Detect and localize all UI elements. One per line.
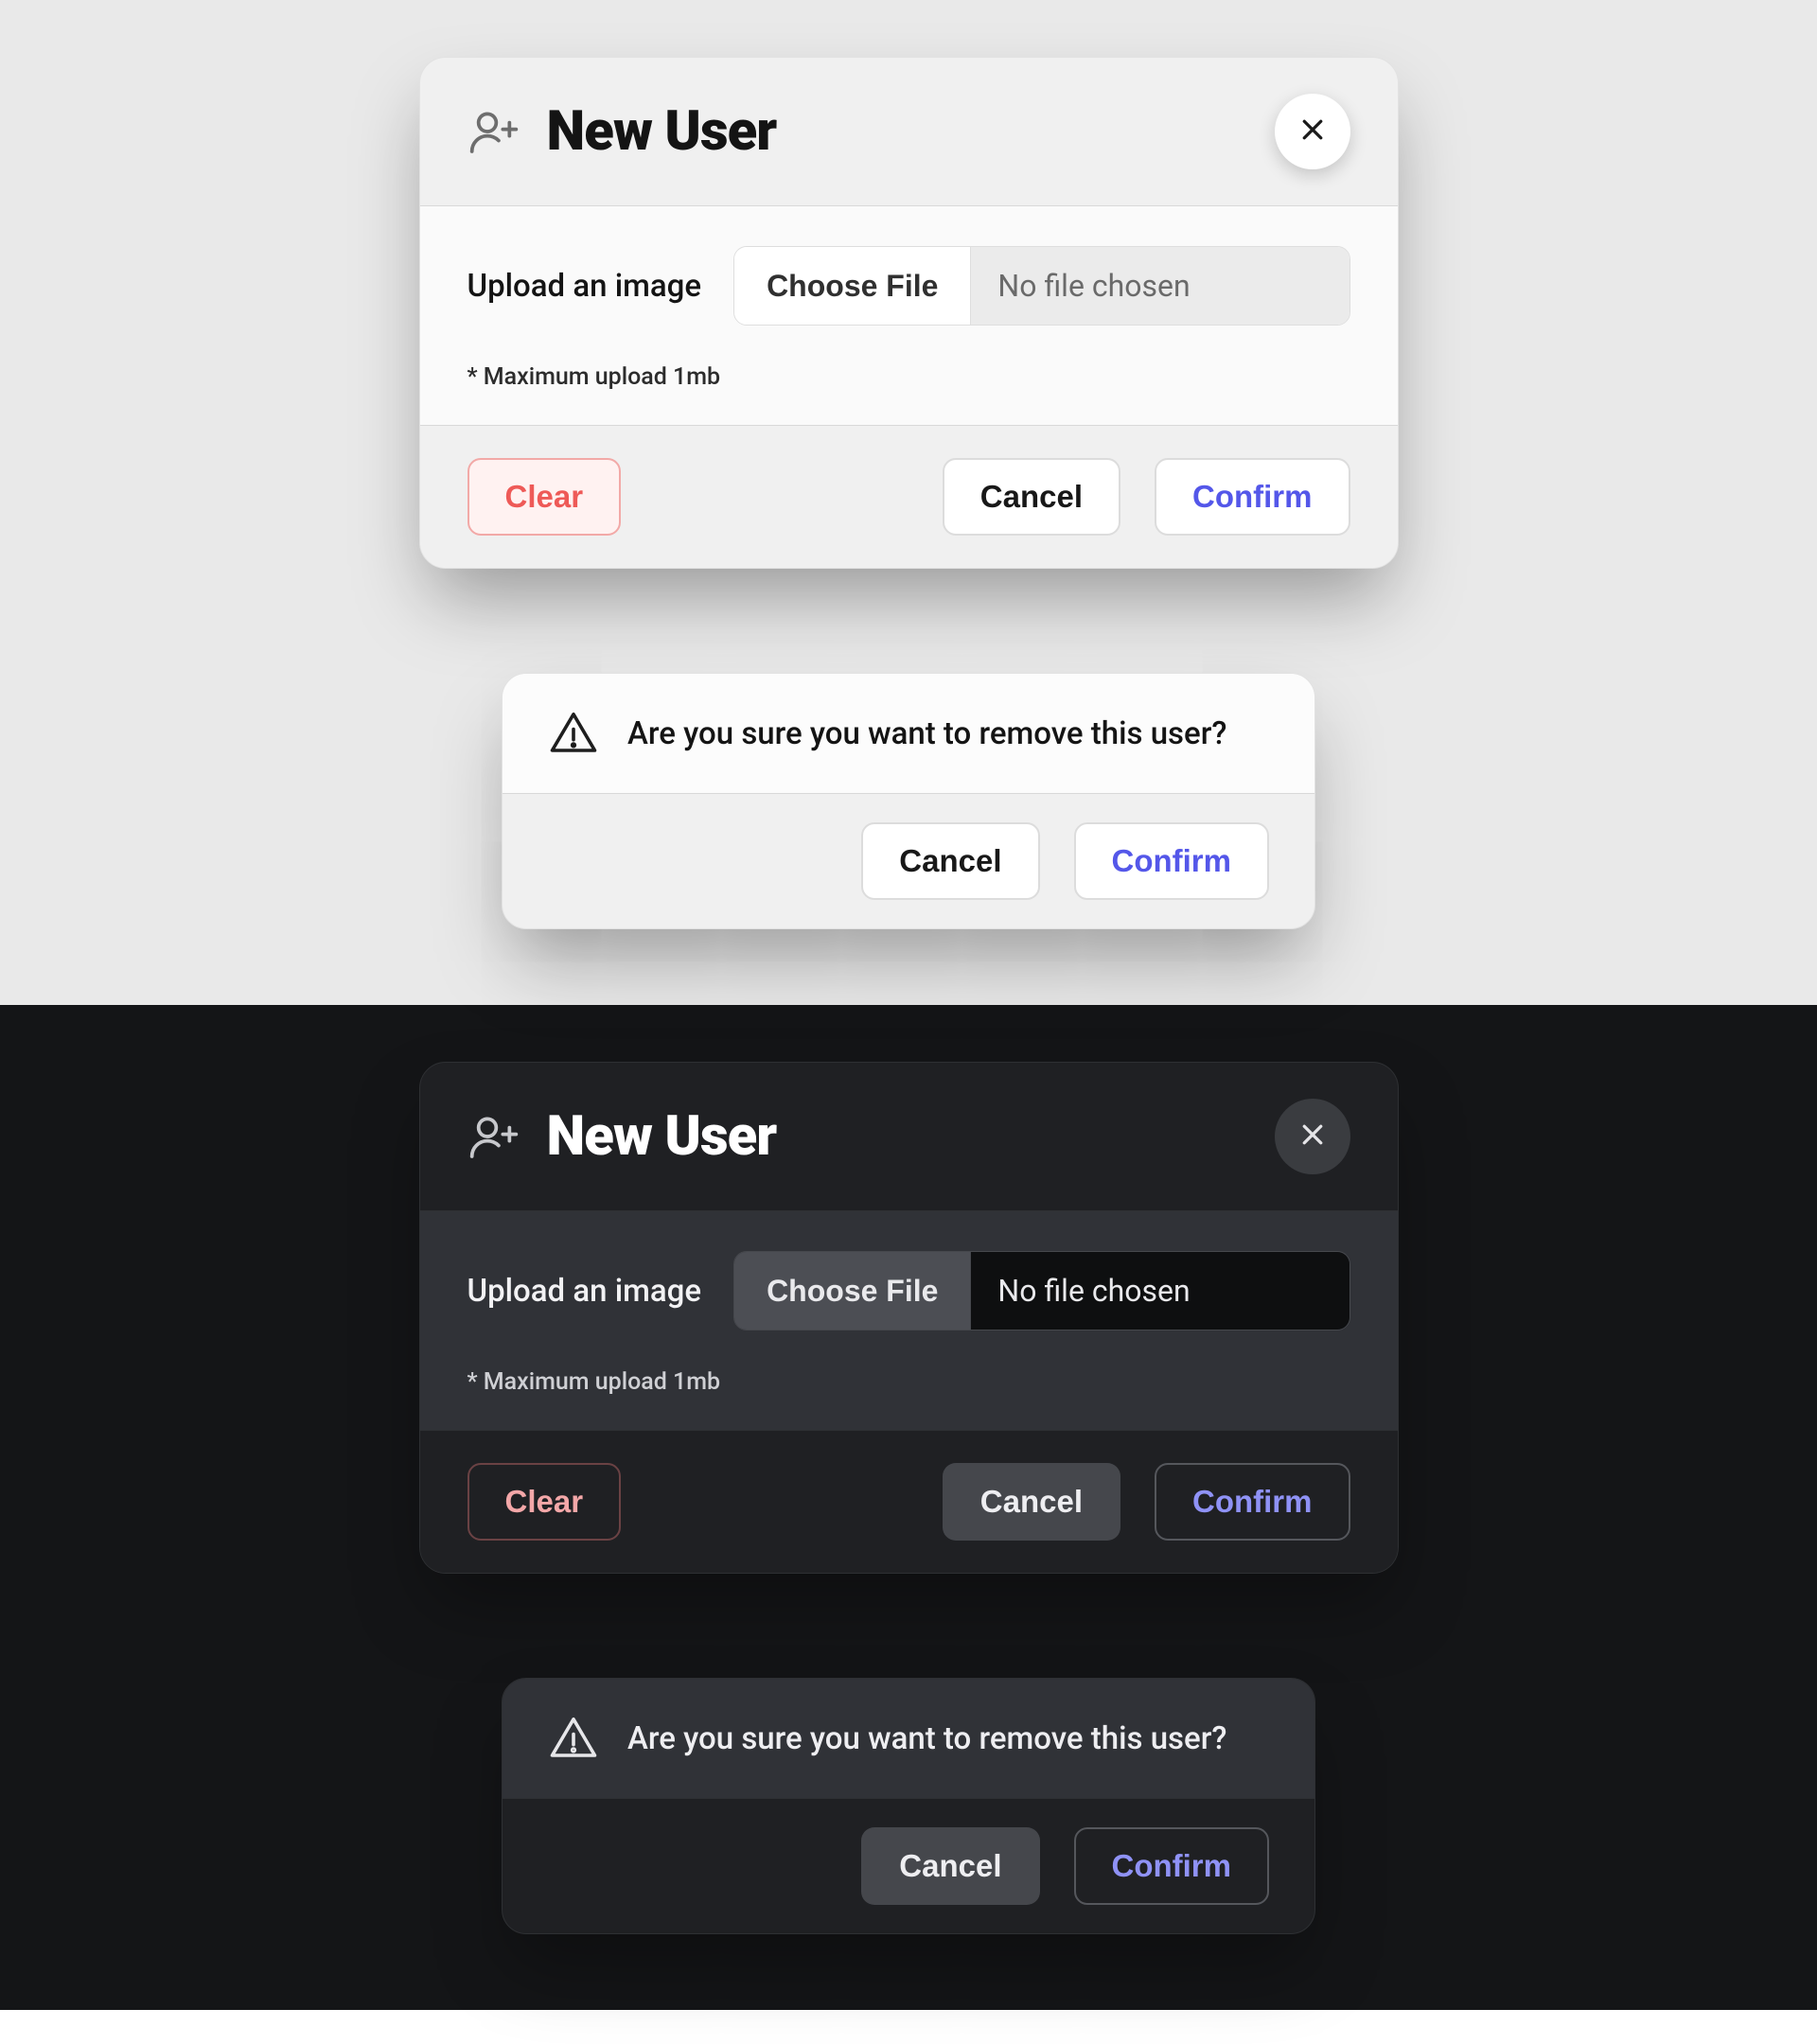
modal-header: New User xyxy=(420,58,1398,206)
modal-body: Upload an image Choose File No file chos… xyxy=(420,206,1398,426)
cancel-button[interactable]: Cancel xyxy=(943,458,1120,536)
close-button[interactable] xyxy=(1275,1099,1350,1174)
modal-footer: Clear Cancel Confirm xyxy=(420,426,1398,568)
upload-label: Upload an image xyxy=(467,268,702,305)
new-user-modal: New User Upload an image Choose File No … xyxy=(419,1062,1399,1574)
dialog-body: Are you sure you want to remove this use… xyxy=(503,1679,1314,1799)
user-plus-icon xyxy=(467,1110,520,1163)
user-plus-icon xyxy=(467,105,520,158)
file-status: No file chosen xyxy=(971,1252,1349,1330)
upload-hint: * Maximum upload 1mb xyxy=(467,363,1350,391)
file-input[interactable]: Choose File No file chosen xyxy=(733,1251,1350,1330)
modal-header: New User xyxy=(420,1063,1398,1211)
choose-file-button[interactable]: Choose File xyxy=(734,1252,971,1330)
file-input[interactable]: Choose File No file chosen xyxy=(733,246,1350,326)
confirm-button[interactable]: Confirm xyxy=(1074,1827,1270,1905)
modal-body: Upload an image Choose File No file chos… xyxy=(420,1211,1398,1431)
clear-button[interactable]: Clear xyxy=(467,458,622,536)
confirm-button[interactable]: Confirm xyxy=(1155,458,1350,536)
new-user-modal: New User Upload an image Choose File No … xyxy=(419,57,1399,569)
confirm-button[interactable]: Confirm xyxy=(1155,1463,1350,1541)
close-icon xyxy=(1298,115,1327,148)
light-theme-panel: New User Upload an image Choose File No … xyxy=(0,0,1817,1005)
dialog-message: Are you sure you want to remove this use… xyxy=(627,715,1226,752)
close-button[interactable] xyxy=(1275,94,1350,169)
cancel-button[interactable]: Cancel xyxy=(943,1463,1120,1541)
choose-file-button[interactable]: Choose File xyxy=(734,247,971,325)
dark-theme-panel: New User Upload an image Choose File No … xyxy=(0,1005,1817,2010)
dialog-footer: Cancel Confirm xyxy=(503,1799,1314,1933)
warning-triangle-icon xyxy=(548,1713,599,1764)
close-icon xyxy=(1298,1120,1327,1153)
upload-row: Upload an image Choose File No file chos… xyxy=(467,1251,1350,1330)
cancel-button[interactable]: Cancel xyxy=(861,822,1039,900)
remove-user-dialog: Are you sure you want to remove this use… xyxy=(502,1678,1315,1934)
warning-triangle-icon xyxy=(548,708,599,759)
upload-row: Upload an image Choose File No file chos… xyxy=(467,246,1350,326)
modal-title: New User xyxy=(547,99,777,164)
clear-button[interactable]: Clear xyxy=(467,1463,622,1541)
modal-title: New User xyxy=(547,1104,777,1169)
dialog-message: Are you sure you want to remove this use… xyxy=(627,1720,1226,1757)
file-status: No file chosen xyxy=(971,247,1349,325)
upload-label: Upload an image xyxy=(467,1273,702,1310)
confirm-button[interactable]: Confirm xyxy=(1074,822,1270,900)
modal-footer: Clear Cancel Confirm xyxy=(420,1431,1398,1573)
remove-user-dialog: Are you sure you want to remove this use… xyxy=(502,673,1315,929)
dialog-body: Are you sure you want to remove this use… xyxy=(503,674,1314,794)
upload-hint: * Maximum upload 1mb xyxy=(467,1368,1350,1396)
dialog-footer: Cancel Confirm xyxy=(503,794,1314,928)
cancel-button[interactable]: Cancel xyxy=(861,1827,1039,1905)
